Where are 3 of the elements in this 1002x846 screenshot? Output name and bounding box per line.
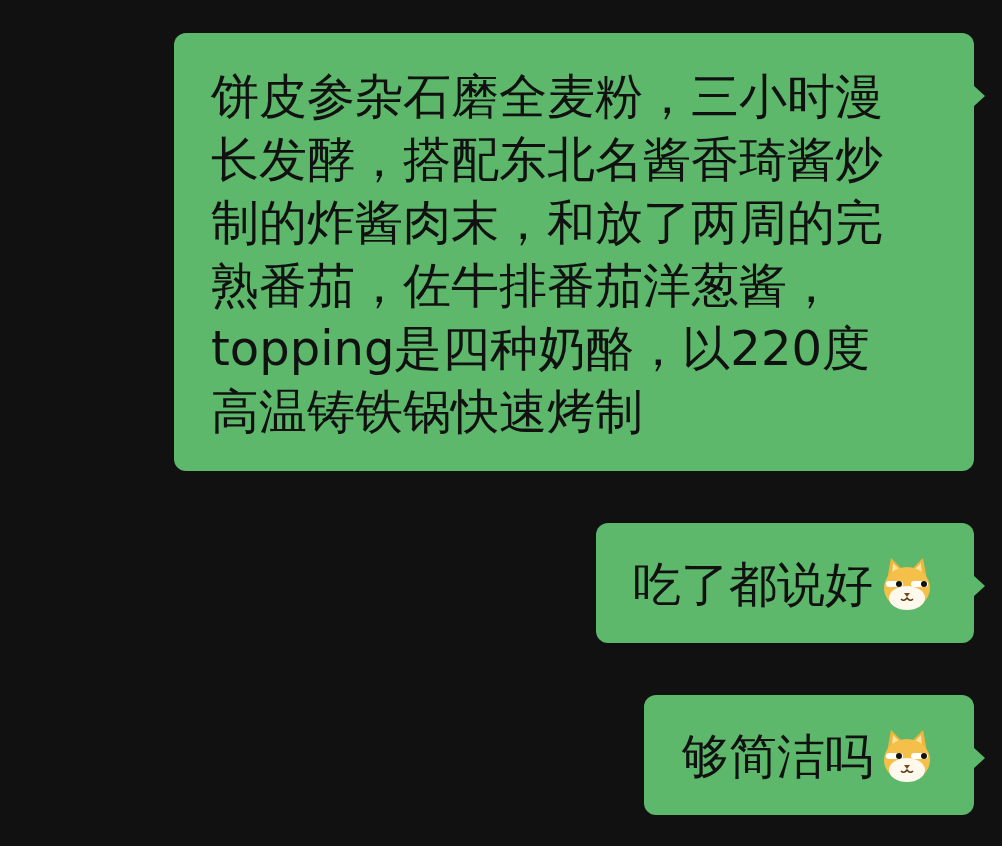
message-text: 够简洁吗 (681, 727, 873, 786)
message-text: 饼皮参杂石磨全麦粉，三小时漫长发酵，搭配东北名酱香琦酱炒制的炸酱肉末，和放了两周的完熟番茄，佐牛排番茄洋葱酱，topping是四种奶酪，以220度高温铸铁锅快速烤制 (211, 67, 884, 441)
message-text: 吃了都说好 (633, 555, 873, 614)
